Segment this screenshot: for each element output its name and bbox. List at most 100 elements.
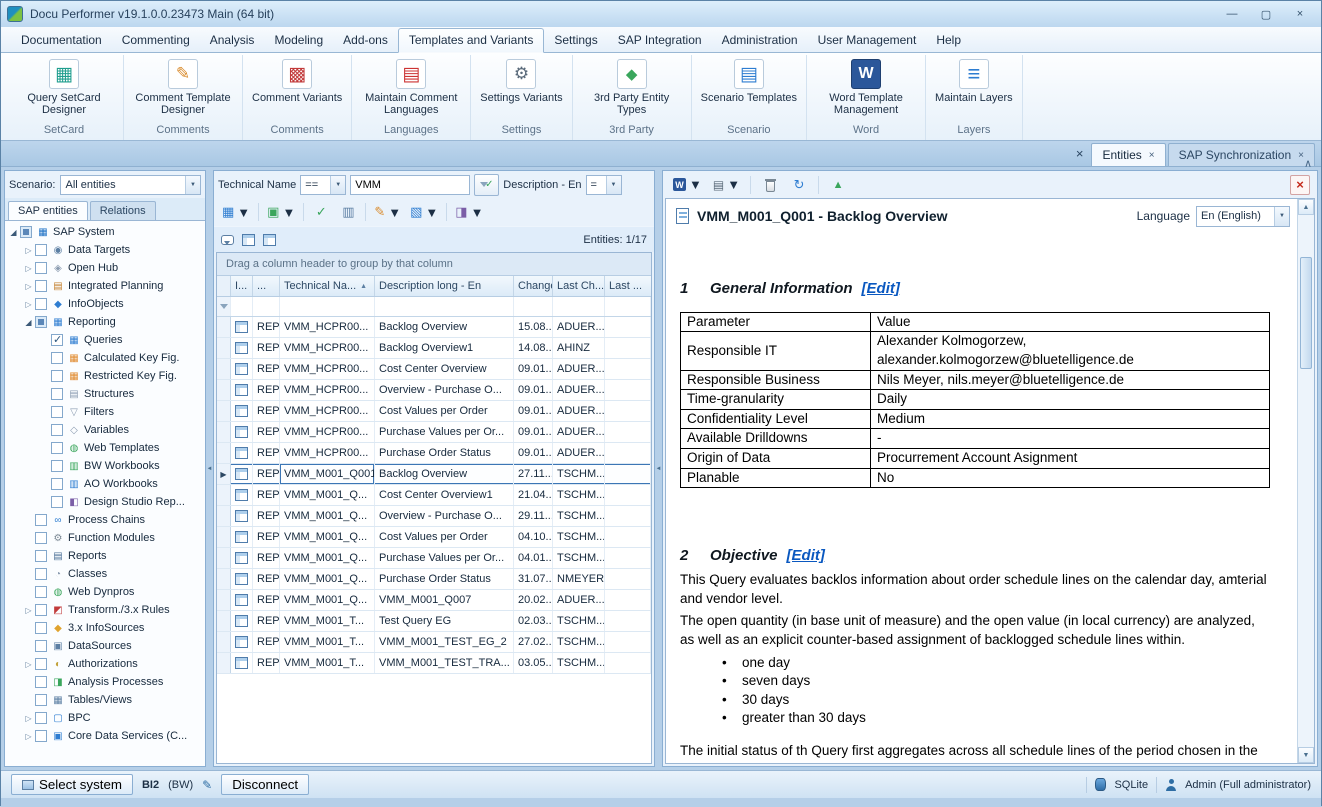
add-table-icon[interactable] [242,234,255,246]
history-button[interactable] [787,174,811,196]
selection-mode-dropdown[interactable]: ▦ [219,201,253,223]
tree-checkbox[interactable] [51,478,63,490]
expand-arrow-icon[interactable] [22,732,35,741]
tree-checkbox[interactable] [35,604,47,616]
description-operator-combobox[interactable]: = [586,175,622,195]
disconnect-button[interactable]: Disconnect [221,774,309,795]
document-tab[interactable]: Entities [1091,143,1165,166]
ribbon-button[interactable]: Maintain Comment Languages [359,56,463,121]
ribbon-button[interactable]: Comment Variants [250,56,344,121]
menu-item[interactable]: User Management [808,29,927,52]
synchronize-dropdown[interactable]: ▧ [407,201,441,223]
minimize-button[interactable]: — [1217,5,1247,23]
left-splitter[interactable] [206,170,213,767]
column-header[interactable]: Technical Na... [280,276,375,296]
tree-item[interactable]: ◇ Variables [5,421,205,439]
table-row[interactable]: REP VMM_M001_T... VMM_M001_TEST_TRA... 0… [217,653,651,674]
tree-item[interactable]: ◐ Authorizations [5,655,205,673]
table-row[interactable]: REP VMM_HCPR00... Backlog Overview 15.08… [217,317,651,338]
menu-item[interactable]: Add-ons [333,29,398,52]
tree-item[interactable]: ▤ Reports [5,547,205,565]
ribbon-button[interactable]: Scenario Templates [699,56,799,121]
tree-item[interactable]: ▥ BW Workbooks [5,457,205,475]
expand-arrow-icon[interactable] [22,300,35,309]
table-row[interactable]: REP VMM_M001_T... VMM_M001_TEST_EG_2 27.… [217,632,651,653]
tree-item[interactable]: ◨ Analysis Processes [5,673,205,691]
tree-item[interactable]: ▦ Queries [5,331,205,349]
table-row[interactable]: REP VMM_M001_Q... Cost Values per Order … [217,527,651,548]
tree-checkbox[interactable] [35,514,47,526]
publish-button[interactable] [826,174,850,196]
tree-item[interactable]: ⚙ Function Modules [5,529,205,547]
tree-item[interactable]: ◆ InfoObjects [5,295,205,313]
comment-bubble-icon[interactable] [221,235,234,245]
column-header[interactable]: Description long - En [375,276,514,296]
tree-item[interactable]: ▦ Calculated Key Fig. [5,349,205,367]
delete-button[interactable] [758,174,782,196]
tree-checkbox[interactable] [51,388,63,400]
comment-dropdown[interactable]: ✎ [371,201,404,223]
menu-item[interactable]: Settings [544,29,607,52]
expand-arrow-icon[interactable] [22,318,35,327]
tree-checkbox[interactable] [35,622,47,634]
filter-value-input[interactable] [350,175,470,195]
filter-cell[interactable] [605,297,651,316]
edit-link[interactable]: [Edit] [862,279,900,300]
apply-filter-button[interactable] [474,174,499,196]
tree-item[interactable]: ◆ 3.x InfoSources [5,619,205,637]
tree-item[interactable]: ▦ SAP System [5,223,205,241]
tree-item[interactable]: ◩ Transform./3.x Rules [5,601,205,619]
ribbon-button[interactable]: Maintain Layers [933,56,1015,121]
tree-item[interactable]: ▦ Restricted Key Fig. [5,367,205,385]
tree-checkbox[interactable] [35,298,47,310]
menu-item[interactable]: Commenting [112,29,200,52]
filter-cell[interactable] [553,297,605,316]
tree-checkbox[interactable] [35,550,47,562]
tree-checkbox[interactable] [35,244,47,256]
filter-funnel-icon[interactable] [220,304,228,313]
expand-arrow-icon[interactable] [22,660,35,669]
column-header[interactable]: ... [253,276,280,296]
scroll-up-icon[interactable] [1298,199,1314,215]
filter-operator-combobox[interactable]: == [300,175,346,195]
generate-documentation-dropdown[interactable]: ▣ [264,201,298,223]
filter-cell[interactable] [231,297,253,316]
close-button[interactable]: × [1285,5,1315,23]
table-row[interactable]: REP VMM_HCPR00... Cost Values per Order … [217,401,651,422]
table-row[interactable]: REP VMM_M001_Q... Purchase Order Status … [217,569,651,590]
document-tab[interactable]: SAP Synchronization [1168,143,1315,166]
tree-checkbox[interactable] [35,586,47,598]
tree-item[interactable]: ∞ Process Chains [5,511,205,529]
ribbon-button[interactable]: Comment Template Designer [131,56,235,121]
column-header[interactable]: I... [231,276,253,296]
tree-item[interactable]: ◍ Web Templates [5,439,205,457]
tree-checkbox[interactable] [35,280,47,292]
tree-item[interactable]: ◉ Data Targets [5,241,205,259]
tree-item[interactable]: ◧ Design Studio Rep... [5,493,205,511]
menu-item[interactable]: Administration [712,29,808,52]
ribbon-button[interactable]: Settings Variants [478,56,564,121]
tree-item[interactable]: ▣ Core Data Services (C... [5,727,205,745]
scenario-combobox[interactable]: All entities [60,175,201,195]
select-system-button[interactable]: Select system [11,774,133,795]
edit-link[interactable]: [Edit] [787,546,825,567]
tree-item[interactable]: ▤ Integrated Planning [5,277,205,295]
analysis-dropdown[interactable]: ◨ [452,201,486,223]
tree-item[interactable]: ▢ BPC [5,709,205,727]
table-row[interactable]: REP VMM_M001_T... Test Query EG 02.03...… [217,611,651,632]
expand-arrow-icon[interactable] [22,264,35,273]
ribbon-button[interactable]: Word Template Management [814,56,918,121]
tree-checkbox[interactable] [35,658,47,670]
tree-checkbox[interactable] [51,352,63,364]
table-row[interactable]: REP VMM_M001_Q... Purchase Values per Or… [217,548,651,569]
chevron-down-icon[interactable] [185,176,200,194]
column-header[interactable]: Change... [514,276,553,296]
language-combobox[interactable]: En (English) [1196,206,1290,227]
tree-checkbox[interactable] [51,424,63,436]
table-row[interactable]: REP VMM_M001_Q... Overview - Purchase O.… [217,506,651,527]
left-panel-tab[interactable]: SAP entities [8,201,88,220]
column-header[interactable]: Last ... [605,276,651,296]
maximize-button[interactable]: ▢ [1251,5,1281,23]
tree-item[interactable]: ▤ Structures [5,385,205,403]
table-row[interactable]: REP VMM_HCPR00... Backlog Overview1 14.0… [217,338,651,359]
